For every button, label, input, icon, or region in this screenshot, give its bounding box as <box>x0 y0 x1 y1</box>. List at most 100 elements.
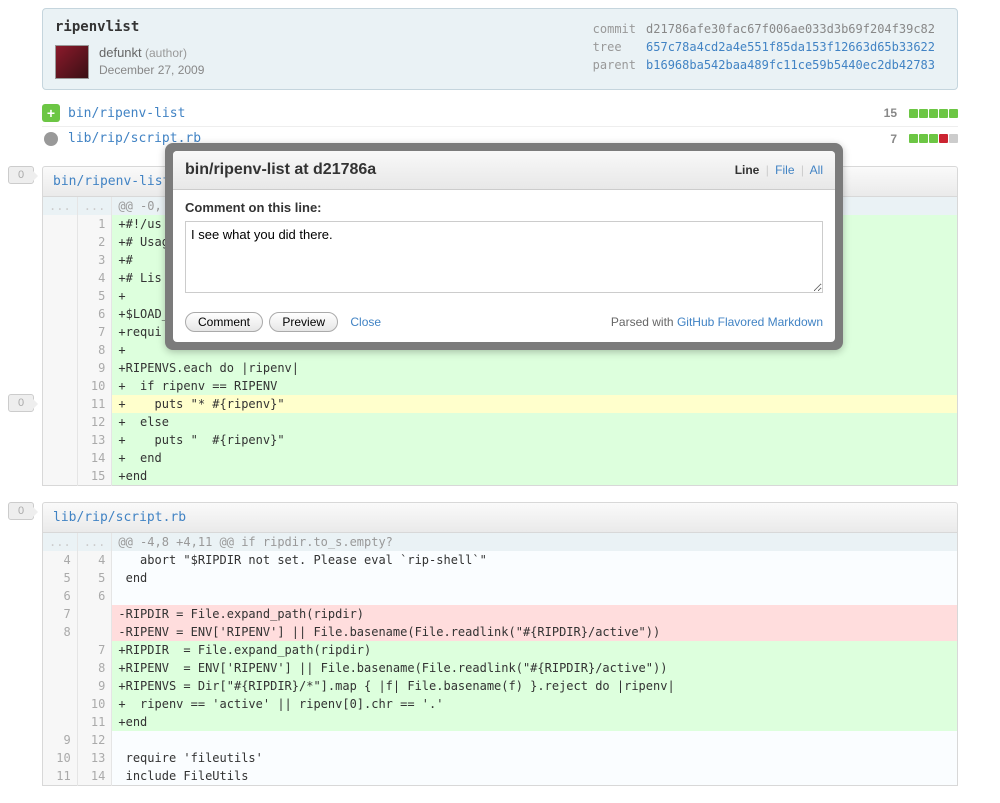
code-cell: include FileUtils <box>112 767 958 786</box>
line-num-old[interactable] <box>43 659 78 677</box>
comment-textarea[interactable] <box>185 221 823 293</box>
line-num-old[interactable]: 5 <box>43 569 78 587</box>
dialog-tab-line[interactable]: Line <box>735 163 760 177</box>
diff-row[interactable]: 55 end <box>43 569 958 587</box>
diff-row[interactable]: 9+RIPENVS.each do |ripenv| <box>43 359 958 377</box>
diff-row[interactable]: 7-RIPDIR = File.expand_path(ripdir) <box>43 605 958 623</box>
line-num-new[interactable]: ... <box>77 533 112 551</box>
line-num-old[interactable] <box>43 341 78 359</box>
diff-row[interactable]: 11+ puts "* #{ripenv}" <box>43 395 958 413</box>
diff-row[interactable]: 15+end <box>43 467 958 486</box>
line-num-old[interactable]: 9 <box>43 731 78 749</box>
preview-button[interactable]: Preview <box>269 312 338 332</box>
diff-row[interactable]: 8+RIPENV = ENV['RIPENV'] || File.basenam… <box>43 659 958 677</box>
diff-row[interactable]: 1114 include FileUtils <box>43 767 958 786</box>
line-num-new[interactable]: 14 <box>77 767 112 786</box>
line-num-old[interactable] <box>43 677 78 695</box>
line-num-new[interactable]: 10 <box>77 377 112 395</box>
meta-parent-sha[interactable]: b16968ba542baa489fc11ce59b5440ec2db42783 <box>646 57 943 73</box>
diff-file-link[interactable]: bin/ripenv-list <box>53 174 170 189</box>
line-num-new[interactable]: 1 <box>77 215 112 233</box>
diff-row[interactable]: 13+ puts " #{ripenv}" <box>43 431 958 449</box>
line-num-new[interactable]: 10 <box>77 695 112 713</box>
line-num-new[interactable]: 7 <box>77 641 112 659</box>
line-num-old[interactable]: 8 <box>43 623 78 641</box>
diff-row[interactable]: 10+ ripenv == 'active' || ripenv[0].chr … <box>43 695 958 713</box>
diff-row[interactable]: 44 abort "$RIPDIR not set. Please eval `… <box>43 551 958 569</box>
comment-button[interactable]: Comment <box>185 312 263 332</box>
diff-row[interactable]: 7+RIPDIR = File.expand_path(ripdir) <box>43 641 958 659</box>
line-num-old[interactable] <box>43 395 78 413</box>
diff-row[interactable]: 11+end <box>43 713 958 731</box>
line-num-old[interactable] <box>43 713 78 731</box>
line-num-new[interactable]: 3 <box>77 251 112 269</box>
line-num-new[interactable] <box>77 605 112 623</box>
line-num-old[interactable]: 7 <box>43 605 78 623</box>
line-num-old[interactable] <box>43 305 78 323</box>
line-num-old[interactable] <box>43 323 78 341</box>
line-num-new[interactable]: 12 <box>77 413 112 431</box>
line-num-old[interactable]: 11 <box>43 767 78 786</box>
line-num-new[interactable]: 2 <box>77 233 112 251</box>
line-num-old[interactable] <box>43 269 78 287</box>
line-num-old[interactable] <box>43 215 78 233</box>
line-num-new[interactable]: 8 <box>77 341 112 359</box>
diff-row[interactable]: 1013 require 'fileutils' <box>43 749 958 767</box>
line-num-old[interactable] <box>43 233 78 251</box>
diff-row[interactable]: 66 <box>43 587 958 605</box>
line-num-old[interactable]: 10 <box>43 749 78 767</box>
line-num-new[interactable]: 15 <box>77 467 112 486</box>
close-link[interactable]: Close <box>350 315 381 329</box>
line-num-new[interactable]: 8 <box>77 659 112 677</box>
author-name[interactable]: defunkt <box>99 45 142 60</box>
line-num-new[interactable]: 14 <box>77 449 112 467</box>
line-num-new[interactable]: 6 <box>77 305 112 323</box>
line-num-new[interactable]: 12 <box>77 731 112 749</box>
line-num-new[interactable]: 9 <box>77 677 112 695</box>
line-num-old[interactable]: ... <box>43 533 78 551</box>
line-num-new[interactable]: 6 <box>77 587 112 605</box>
diff-row[interactable]: 912 <box>43 731 958 749</box>
line-num-old[interactable] <box>43 431 78 449</box>
line-num-new[interactable]: 9 <box>77 359 112 377</box>
line-num-old[interactable] <box>43 449 78 467</box>
line-num-old[interactable] <box>43 377 78 395</box>
line-num-old[interactable] <box>43 251 78 269</box>
avatar[interactable] <box>55 45 89 79</box>
comment-count-bubble[interactable]: 0 <box>8 502 34 520</box>
line-num-new[interactable]: 4 <box>77 551 112 569</box>
line-num-old[interactable] <box>43 467 78 486</box>
diff-row[interactable]: 14+ end <box>43 449 958 467</box>
line-num-new[interactable]: ... <box>77 197 112 215</box>
line-num-new[interactable]: 11 <box>77 713 112 731</box>
diff-row[interactable]: 12+ else <box>43 413 958 431</box>
gfm-link[interactable]: GitHub Flavored Markdown <box>677 315 823 329</box>
line-num-new[interactable]: 7 <box>77 323 112 341</box>
line-num-new[interactable]: 5 <box>77 287 112 305</box>
comment-count-bubble[interactable]: 0 <box>8 394 34 412</box>
diff-row[interactable]: 9+RIPENVS = Dir["#{RIPDIR}/*"].map { |f|… <box>43 677 958 695</box>
line-num-new[interactable]: 11 <box>77 395 112 413</box>
line-num-new[interactable]: 13 <box>77 431 112 449</box>
dialog-tab-file[interactable]: File <box>775 163 794 177</box>
line-num-old[interactable]: 6 <box>43 587 78 605</box>
line-num-old[interactable] <box>43 641 78 659</box>
diff-row[interactable]: 10+ if ripenv == RIPENV <box>43 377 958 395</box>
line-num-old[interactable]: 4 <box>43 551 78 569</box>
diff-file-link[interactable]: lib/rip/script.rb <box>53 510 186 525</box>
line-num-new[interactable]: 5 <box>77 569 112 587</box>
line-num-old[interactable] <box>43 413 78 431</box>
diff-row[interactable]: ......@@ -4,8 +4,11 @@ if ripdir.to_s.em… <box>43 533 958 551</box>
diff-row[interactable]: 8-RIPENV = ENV['RIPENV'] || File.basenam… <box>43 623 958 641</box>
comment-count-bubble[interactable]: 0 <box>8 166 34 184</box>
line-num-old[interactable]: ... <box>43 197 78 215</box>
file-link[interactable]: bin/ripenv-list <box>68 106 876 121</box>
line-num-old[interactable] <box>43 695 78 713</box>
line-num-old[interactable] <box>43 359 78 377</box>
line-num-new[interactable]: 4 <box>77 269 112 287</box>
meta-tree-sha[interactable]: 657c78a4cd2a4e551f85da153f12663d65b33622 <box>646 39 943 55</box>
line-num-old[interactable] <box>43 287 78 305</box>
dialog-tab-all[interactable]: All <box>810 163 823 177</box>
line-num-new[interactable] <box>77 623 112 641</box>
line-num-new[interactable]: 13 <box>77 749 112 767</box>
